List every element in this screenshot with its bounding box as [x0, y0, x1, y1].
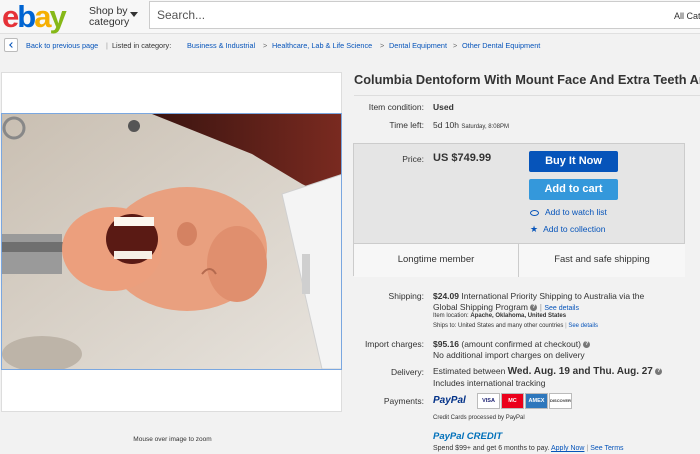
ships-to: Ships to: United States and many other c… [433, 323, 599, 329]
import-line-2: No additional import charges on delivery [433, 350, 585, 360]
help-icon[interactable]: ? [655, 368, 663, 376]
seller-badges: Longtime member Fast and safe shipping [354, 243, 685, 277]
add-to-collection-link[interactable]: ★ Add to collection [530, 224, 605, 235]
breadcrumb-separator: > [380, 41, 385, 50]
item-location: Item location: Apache, Oklahoma, United … [433, 313, 566, 319]
help-icon[interactable]: ? [583, 341, 591, 349]
all-categories-select[interactable]: All Cate [668, 1, 700, 29]
breadcrumb-dental-equipment[interactable]: Dental Equipment [389, 41, 447, 50]
delivery-prefix: Estimated between [433, 366, 506, 376]
listing-title: Columbia Dentoform With Mount Face And E… [354, 72, 700, 87]
import-cost: $95.16 [433, 339, 459, 349]
breadcrumb-healthcare[interactable]: Healthcare, Lab & Life Science [272, 41, 372, 50]
back-arrow-icon[interactable] [4, 38, 18, 52]
shipping-line-1: $24.09 International Priority Shipping t… [433, 291, 644, 301]
item-location-label: Item location: [433, 313, 469, 319]
visa-card-icon: VISA [477, 393, 500, 409]
ships-to-value: United States and many other countries [458, 323, 564, 329]
breadcrumb-separator: > [263, 41, 268, 50]
see-details-link-2[interactable]: See details [568, 323, 598, 329]
shipping-program: Global Shipping Program [433, 302, 528, 312]
delivery-label: Delivery: [390, 367, 424, 377]
delivery-line-1: Estimated between Wed. Aug. 19 and Thu. … [433, 366, 663, 377]
shipping-label: Shipping: [388, 291, 424, 301]
time-left-value: 5d 10h Saturday, 8:08PM [433, 120, 509, 130]
collection-label: Add to collection [543, 224, 606, 234]
shipping-line-2: Global Shipping Program ? | See details [433, 302, 579, 312]
condition-label: Item condition: [368, 102, 424, 112]
watch-label: Add to watch list [545, 207, 607, 217]
paypal-credit-offer: Spend $99+ and get 6 months to pay. Appl… [433, 445, 624, 452]
header-bar: ebay Shop by category Search... All Cate [0, 0, 700, 34]
zoom-hint: Mouse over image to zoom [133, 436, 212, 443]
payments-label: Payments: [383, 396, 424, 406]
paypal-credit-logo: PayPal CREDIT [433, 431, 503, 442]
ships-to-label: Ships to: [433, 323, 457, 329]
logo-letter-e: e [2, 0, 19, 34]
paypal-credit-text: Spend $99+ and get 6 months to pay. [433, 445, 550, 452]
amex-card-icon: AMEX [525, 393, 548, 409]
time-left-duration: 5d 10h [433, 120, 459, 130]
eye-icon [530, 209, 539, 216]
help-icon[interactable]: ? [530, 304, 538, 312]
delivery-line-2: Includes international tracking [433, 378, 546, 388]
time-left-label: Time left: [389, 120, 424, 130]
apply-now-link[interactable]: Apply Now [551, 445, 584, 452]
listed-in-label: Listed in category: [112, 41, 172, 50]
price-value: US $749.99 [433, 152, 492, 164]
buy-it-now-button[interactable]: Buy It Now [529, 151, 618, 172]
breadcrumb-other-dental-equipment[interactable]: Other Dental Equipment [462, 41, 540, 50]
back-to-previous-link[interactable]: Back to previous page [26, 41, 98, 50]
shop-by-category-button[interactable]: Shop by category [89, 6, 138, 28]
badge-longtime-member: Longtime member [397, 254, 475, 265]
ebay-logo[interactable]: ebay [2, 0, 67, 34]
see-details-link[interactable]: See details [544, 305, 579, 312]
condition-value: Used [433, 102, 454, 112]
shipping-cost: $24.09 [433, 291, 459, 301]
search-placeholder: Search... [157, 8, 206, 22]
shipping-desc: International Priority Shipping to Austr… [461, 291, 645, 301]
breadcrumb-divider: | [106, 41, 108, 50]
logo-letter-a: a [34, 0, 51, 34]
item-location-value: Apache, Oklahoma, United States [470, 313, 567, 319]
breadcrumb-business-industrial[interactable]: Business & Industrial [187, 41, 255, 50]
import-line-1: $95.16 (amount confirmed at checkout) ? [433, 339, 591, 349]
import-charges-label: Import charges: [364, 339, 424, 349]
import-note: (amount confirmed at checkout) [461, 339, 581, 349]
category-label: category [89, 16, 130, 28]
price-label: Price: [402, 154, 424, 164]
add-to-cart-button[interactable]: Add to cart [529, 179, 618, 200]
see-terms-link[interactable]: See Terms [590, 445, 623, 452]
badge-fast-shipping: Fast and safe shipping [554, 254, 650, 265]
add-to-watch-list-link[interactable]: Add to watch list [530, 207, 607, 217]
mastercard-icon: MC [501, 393, 524, 409]
title-divider [354, 95, 700, 96]
credit-cards-processed: Credit Cards processed by PayPal [433, 415, 525, 421]
discover-card-icon: DISCOVER [549, 393, 572, 409]
dentoform-photo-illustration [2, 114, 341, 369]
logo-letter-y: y [49, 0, 66, 34]
search-input[interactable]: Search... [149, 1, 669, 29]
star-icon: ★ [530, 224, 539, 234]
chevron-down-icon [130, 12, 138, 17]
delivery-range: Wed. Aug. 19 and Thu. Aug. 27 [507, 366, 653, 377]
paypal-logo: PayPal [433, 395, 466, 406]
logo-letter-b: b [17, 0, 36, 34]
breadcrumb: Back to previous page | Listed in catego… [0, 36, 700, 56]
time-left-end: Saturday, 8:08PM [461, 124, 509, 130]
breadcrumb-separator: > [453, 41, 458, 50]
product-photo[interactable] [1, 113, 342, 370]
